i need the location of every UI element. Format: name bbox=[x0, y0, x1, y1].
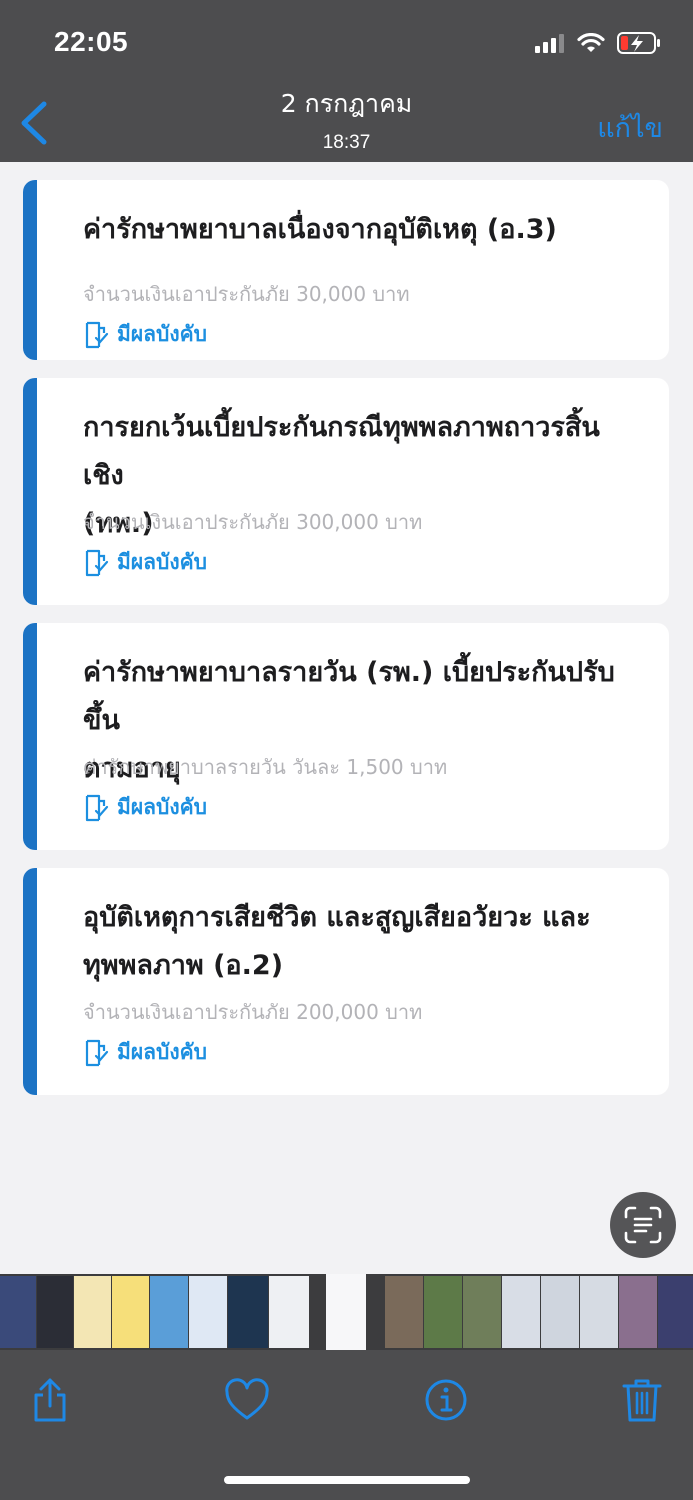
coverage-card[interactable]: ค่ารักษาพยาบาลรายวัน (รพ.) เบี้ยประกันปร… bbox=[23, 623, 669, 850]
card-status: มีผลบังคับ bbox=[83, 546, 207, 579]
thumbnail-strip[interactable] bbox=[0, 1274, 693, 1350]
photo-thumbnail[interactable] bbox=[580, 1276, 618, 1348]
card-description: จำนวนเงินเอาประกันภัย 200,000 บาท bbox=[83, 1000, 423, 1024]
photo-thumbnail[interactable] bbox=[619, 1276, 657, 1348]
photo-thumbnail[interactable] bbox=[385, 1276, 423, 1348]
card-accent-bar bbox=[23, 868, 37, 1095]
battery-charging-icon bbox=[617, 32, 660, 54]
info-icon[interactable] bbox=[422, 1376, 470, 1424]
status-label: มีผลบังคับ bbox=[117, 795, 207, 819]
card-status: มีผลบังคับ bbox=[83, 791, 207, 824]
photo-thumbnail[interactable] bbox=[502, 1276, 540, 1348]
card-title-line: อุบัติเหตุการเสียชีวิต และสูญเสียอวัยวะ … bbox=[83, 902, 591, 933]
card-title-line: ทุพพลภาพ (อ.2) bbox=[83, 950, 284, 981]
card-accent-bar bbox=[23, 180, 37, 360]
nav-title: 2 กรกฎาคม bbox=[280, 89, 413, 118]
text-scan-icon bbox=[624, 1206, 662, 1244]
status-label: มีผลบังคับ bbox=[117, 322, 207, 346]
photo-thumbnail[interactable] bbox=[37, 1276, 73, 1348]
nav-subtitle: 18:37 bbox=[322, 132, 371, 153]
document-check-icon bbox=[85, 549, 109, 576]
coverage-card[interactable]: อุบัติเหตุการเสียชีวิต และสูญเสียอวัยวะ … bbox=[23, 868, 669, 1095]
edit-button[interactable]: แก้ไข bbox=[597, 106, 663, 149]
card-title-line: ค่ารักษาพยาบาลเนื่องจากอุบัติเหตุ (อ.3) bbox=[83, 214, 557, 245]
status-time: 22:05 bbox=[54, 26, 129, 57]
bottom-toolbar bbox=[0, 1350, 693, 1500]
status-label: มีผลบังคับ bbox=[117, 550, 207, 574]
photo-thumbnail[interactable] bbox=[463, 1276, 501, 1348]
coverage-card[interactable]: การยกเว้นเบี้ยประกันกรณีทุพพลภาพถาวรสิ้น… bbox=[23, 378, 669, 605]
photo-thumbnail[interactable] bbox=[424, 1276, 462, 1348]
card-accent-bar bbox=[23, 378, 37, 605]
card-accent-bar bbox=[23, 623, 37, 850]
photo-thumbnail[interactable] bbox=[269, 1276, 309, 1348]
status-icons bbox=[535, 32, 661, 54]
photo-thumbnail[interactable] bbox=[189, 1276, 227, 1348]
home-indicator bbox=[224, 1476, 470, 1484]
live-text-button[interactable] bbox=[610, 1192, 676, 1258]
photo-thumbnail[interactable] bbox=[0, 1276, 36, 1348]
card-status: มีผลบังคับ bbox=[83, 1036, 207, 1069]
photo-thumbnail[interactable] bbox=[541, 1276, 579, 1348]
heart-icon[interactable] bbox=[223, 1376, 271, 1424]
status-label: มีผลบังคับ bbox=[117, 1040, 207, 1064]
photo-thumbnail-selected[interactable] bbox=[326, 1274, 366, 1350]
document-check-icon bbox=[85, 1039, 109, 1066]
photo-thumbnail[interactable] bbox=[74, 1276, 111, 1348]
card-description: จำนวนเงินเอาประกันภัย 300,000 บาท bbox=[83, 510, 423, 534]
navigation-bar: 22:05 2 กรกฎาคม 18:37 แก้ไข bbox=[0, 0, 693, 162]
trash-icon[interactable] bbox=[618, 1376, 666, 1424]
nav-title-group: 2 กรกฎาคม 18:37 bbox=[0, 84, 693, 154]
coverage-card[interactable]: ค่ารักษาพยาบาลเนื่องจากอุบัติเหตุ (อ.3) … bbox=[23, 180, 669, 360]
share-icon[interactable] bbox=[26, 1376, 74, 1424]
wifi-icon bbox=[577, 33, 605, 52]
card-description: จำนวนเงินเอาประกันภัย 30,000 บาท bbox=[83, 282, 410, 306]
photo-thumbnail[interactable] bbox=[112, 1276, 149, 1348]
card-title-line: การยกเว้นเบี้ยประกันกรณีทุพพลภาพถาวรสิ้น… bbox=[83, 412, 600, 491]
cellular-signal-icon bbox=[535, 34, 564, 53]
card-description: ค่ารักษาพยาบาลรายวัน วันละ 1,500 บาท bbox=[83, 755, 448, 779]
photo-thumbnail[interactable] bbox=[150, 1276, 188, 1348]
photo-thumbnail[interactable] bbox=[228, 1276, 268, 1348]
card-title-line: ค่ารักษาพยาบาลรายวัน (รพ.) เบี้ยประกันปร… bbox=[83, 657, 615, 736]
card-status: มีผลบังคับ bbox=[83, 318, 207, 351]
card-title: อุบัติเหตุการเสียชีวิต และสูญเสียอวัยวะ … bbox=[83, 894, 639, 990]
document-check-icon bbox=[85, 794, 109, 821]
document-check-icon bbox=[85, 321, 109, 348]
card-title: ค่ารักษาพยาบาลเนื่องจากอุบัติเหตุ (อ.3) bbox=[83, 206, 639, 254]
photo-thumbnail[interactable] bbox=[658, 1276, 693, 1348]
